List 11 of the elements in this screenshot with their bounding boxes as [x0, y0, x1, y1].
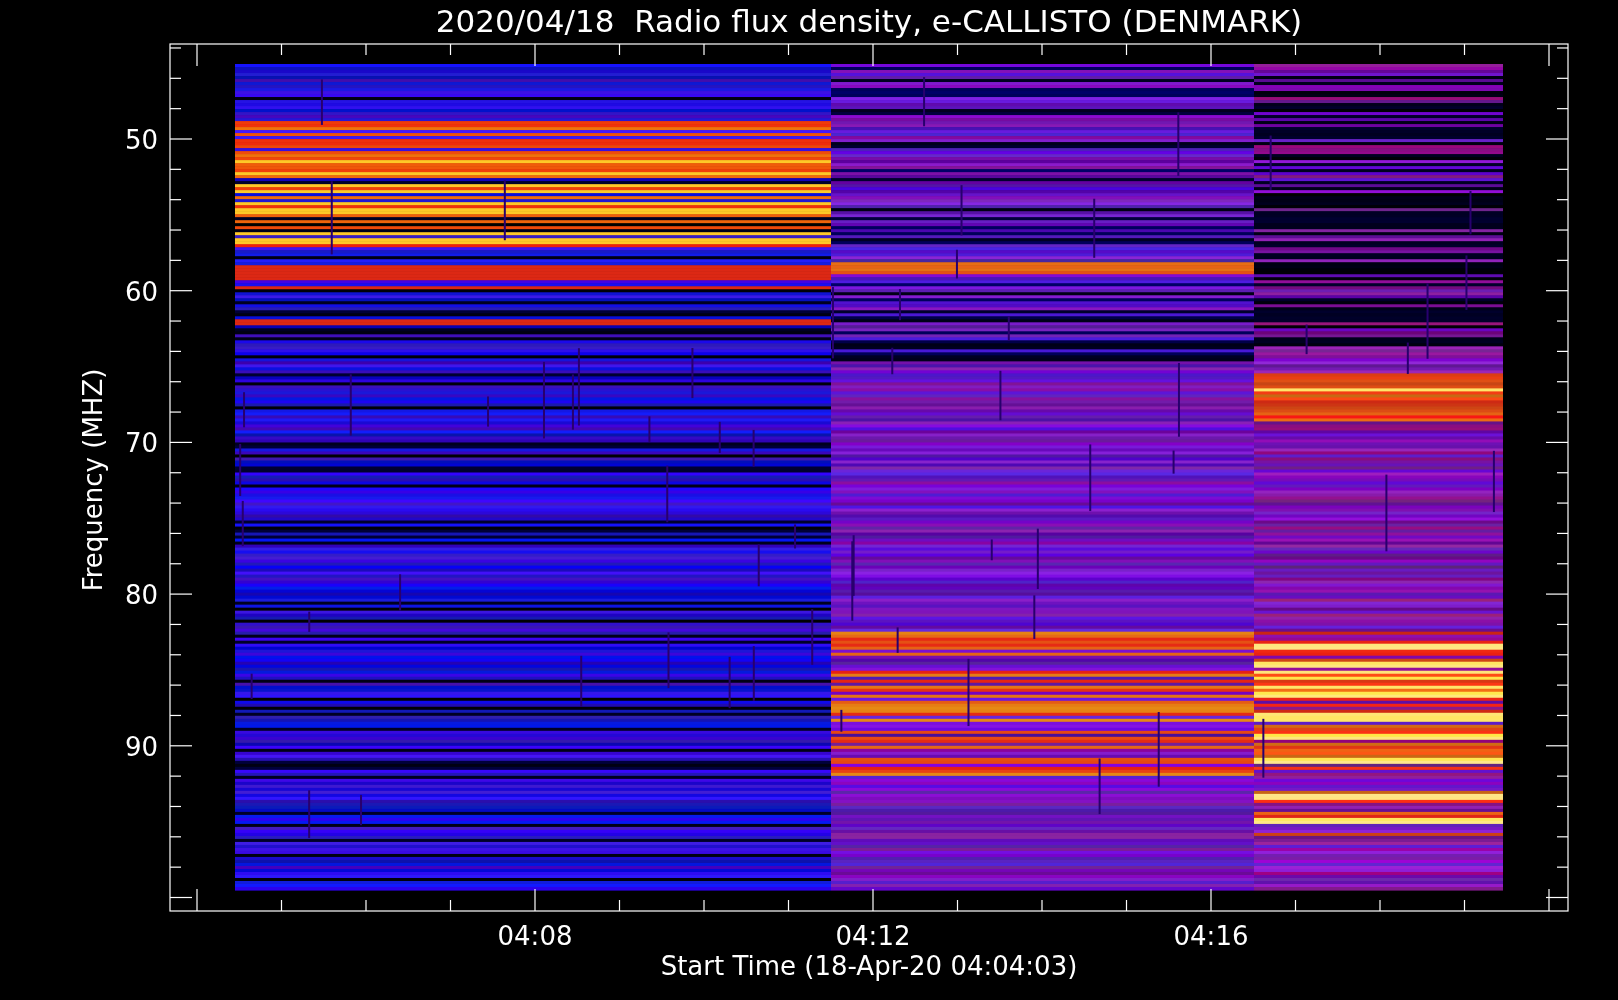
y-tick-label: 80 — [124, 580, 158, 611]
y-tick-label: 90 — [124, 731, 158, 762]
y-axis-label: Frequency (MHZ) — [78, 368, 108, 592]
y-tick-label: 50 — [124, 125, 158, 155]
x-tick-label: 04:16 — [1173, 921, 1249, 951]
y-tick-label: 70 — [124, 428, 158, 459]
x-tick-label: 04:12 — [835, 921, 911, 951]
x-axis-label: Start Time (18-Apr-20 04:04:03) — [660, 951, 1078, 981]
y-tick-label: 60 — [124, 276, 158, 307]
chart-title: 2020/04/18 Radio flux density, e-CALLISTO (DENMARK) — [435, 3, 1303, 39]
x-tick-label: 04:08 — [497, 921, 573, 951]
